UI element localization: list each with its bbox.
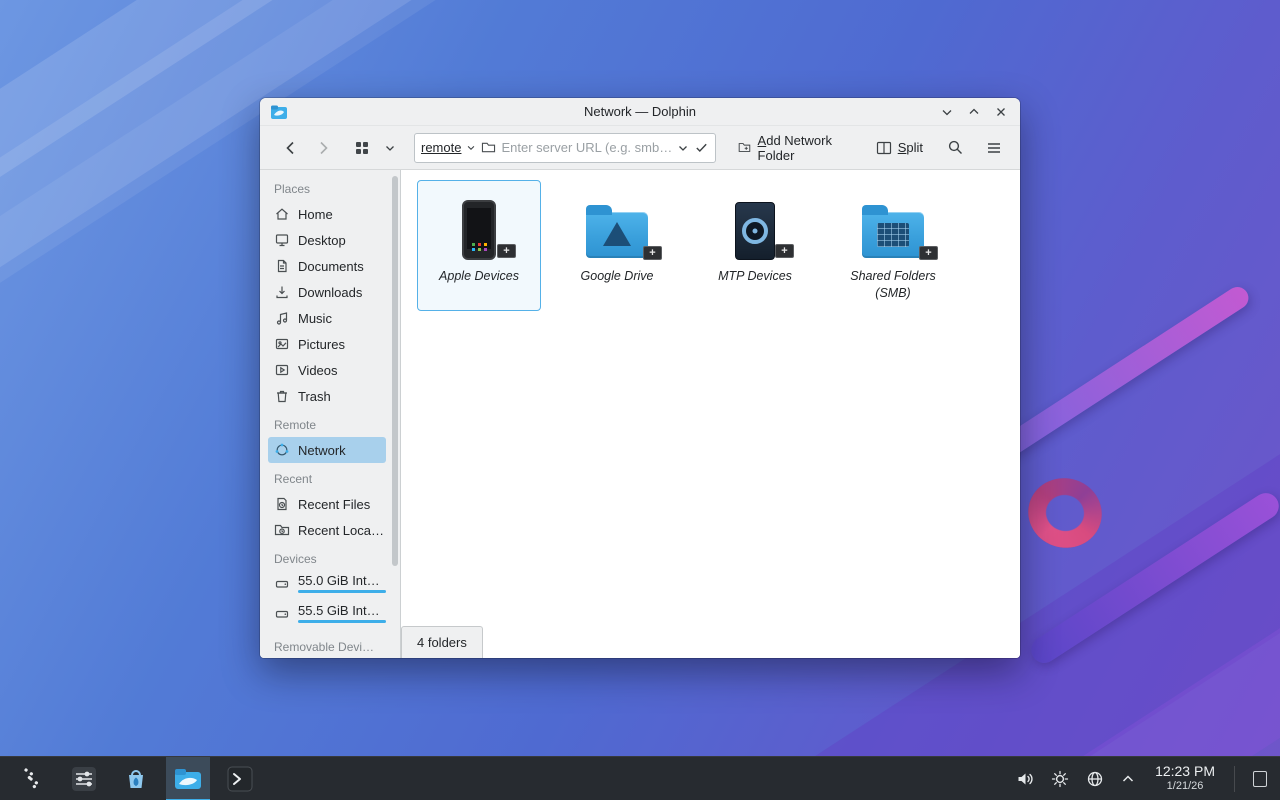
- desktop-icon: [274, 232, 290, 248]
- file-item-mtp-devices[interactable]: MTP Devices: [693, 180, 817, 311]
- main-toolbar: remote Enter server URL (e.g. smb… Add N…: [260, 126, 1020, 170]
- recent-locations-icon: [274, 522, 290, 538]
- pictures-icon: [274, 336, 290, 352]
- clock-time: 12:23 PM: [1155, 763, 1215, 781]
- kickoff-icon: [17, 764, 47, 794]
- documents-icon: [274, 258, 290, 274]
- dolphin-task-icon: [173, 764, 203, 794]
- app-launcher-button[interactable]: [10, 757, 54, 800]
- google-drive-icon: [586, 212, 648, 258]
- minimize-button[interactable]: [938, 103, 956, 121]
- videos-icon: [274, 362, 290, 378]
- go-checkmark-icon[interactable]: [694, 140, 709, 155]
- search-icon: [947, 139, 964, 156]
- sidebar-item-downloads[interactable]: Downloads: [268, 279, 386, 305]
- home-icon: [274, 206, 290, 222]
- file-item-google-drive[interactable]: Google Drive: [555, 180, 679, 311]
- split-button[interactable]: Split: [868, 133, 931, 163]
- hamburger-menu-button[interactable]: [982, 133, 1006, 163]
- taskbar-panel: 12:23 PM 1/21/26: [0, 756, 1280, 800]
- view-mode-dropdown-chevron[interactable]: [380, 133, 400, 163]
- sidebar-item-recent-files[interactable]: Recent Files: [268, 491, 386, 517]
- file-item-shared-folders-smb[interactable]: Shared Folders (SMB): [831, 180, 955, 311]
- window-title: Network — Dolphin: [260, 104, 1020, 119]
- trash-icon: [274, 388, 290, 404]
- sidebar-item-desktop[interactable]: Desktop: [268, 227, 386, 253]
- section-label-places: Places: [274, 182, 390, 196]
- capacity-bar: [298, 590, 386, 593]
- url-protocol-button[interactable]: remote: [421, 140, 461, 155]
- network-icon: [274, 442, 290, 458]
- music-icon: [274, 310, 290, 326]
- sidebar-item-trash[interactable]: Trash: [268, 383, 386, 409]
- apple-devices-icon: [462, 200, 496, 260]
- folder-icon: [481, 141, 496, 154]
- sidebar-item-music[interactable]: Music: [268, 305, 386, 331]
- expand-tray-chevron[interactable]: [1120, 771, 1136, 787]
- search-button[interactable]: [943, 133, 968, 163]
- maximize-button[interactable]: [965, 103, 983, 121]
- brightness-icon[interactable]: [1050, 769, 1070, 789]
- url-dropdown-chevron[interactable]: [677, 142, 689, 154]
- forward-button[interactable]: [310, 133, 336, 163]
- sidebar-item-disk-55-5[interactable]: 55.5 GiB Int…: [268, 601, 386, 631]
- section-label-devices: Devices: [274, 552, 390, 566]
- system-settings-icon: [70, 765, 98, 793]
- server-url-input[interactable]: Enter server URL (e.g. smb…: [501, 140, 672, 155]
- volume-icon[interactable]: [1015, 769, 1035, 789]
- status-bar: 4 folders: [401, 626, 483, 658]
- location-bar[interactable]: remote Enter server URL (e.g. smb…: [414, 133, 716, 163]
- emblem-icon: [643, 246, 662, 260]
- panel-divider: [1234, 766, 1235, 792]
- discover-task[interactable]: [114, 757, 158, 800]
- konsole-task[interactable]: [218, 757, 262, 800]
- mtp-devices-icon: [735, 202, 775, 260]
- folder-add-icon: [738, 140, 751, 155]
- harddisk-icon: [274, 606, 290, 622]
- places-panel: Places Home Desktop Documents Downloads …: [260, 170, 390, 658]
- emblem-icon: [497, 244, 516, 258]
- konsole-icon: [226, 765, 254, 793]
- section-label-recent: Recent: [274, 472, 390, 486]
- add-network-folder-button[interactable]: Add Network Folder: [730, 133, 856, 163]
- discover-icon: [122, 765, 150, 793]
- sidebar-item-pictures[interactable]: Pictures: [268, 331, 386, 357]
- scrollbar-thumb[interactable]: [392, 176, 398, 566]
- window-titlebar[interactable]: Network — Dolphin: [260, 98, 1020, 126]
- harddisk-icon: [274, 576, 290, 592]
- dolphin-window: Network — Dolphin remote: [260, 98, 1020, 658]
- close-button[interactable]: [992, 103, 1010, 121]
- file-item-apple-devices[interactable]: Apple Devices: [417, 180, 541, 311]
- split-view-icon: [876, 141, 892, 155]
- section-label-removable-devices: Removable Devi…: [274, 640, 390, 654]
- smb-folder-icon: [862, 212, 924, 258]
- back-button[interactable]: [278, 133, 304, 163]
- system-settings-task[interactable]: [62, 757, 106, 800]
- network-tray-icon[interactable]: [1085, 769, 1105, 789]
- emblem-icon: [919, 246, 938, 260]
- show-desktop-button[interactable]: [1250, 765, 1270, 793]
- hamburger-icon: [986, 141, 1002, 155]
- recent-files-icon: [274, 496, 290, 512]
- section-label-remote: Remote: [274, 418, 390, 432]
- sidebar-item-documents[interactable]: Documents: [268, 253, 386, 279]
- capacity-bar: [298, 620, 386, 623]
- sidebar-item-recent-locations[interactable]: Recent Loca…: [268, 517, 386, 543]
- view-mode-button[interactable]: [350, 133, 374, 163]
- wallpaper-ring: [1021, 470, 1110, 555]
- sidebar-item-network[interactable]: Network: [268, 437, 386, 463]
- downloads-icon: [274, 284, 290, 300]
- sidebar-item-disk-55-0[interactable]: 55.0 GiB Int…: [268, 571, 386, 601]
- places-scrollbar[interactable]: [390, 170, 400, 658]
- emblem-icon: [775, 244, 794, 258]
- folder-view[interactable]: Apple Devices Google Drive: [400, 170, 1020, 658]
- wallpaper-tube: [997, 283, 1252, 459]
- clock-widget[interactable]: 12:23 PM 1/21/26: [1155, 763, 1215, 794]
- clock-date: 1/21/26: [1155, 780, 1215, 794]
- sidebar-item-home[interactable]: Home: [268, 201, 386, 227]
- sidebar-item-videos[interactable]: Videos: [268, 357, 386, 383]
- show-desktop-icon: [1253, 771, 1267, 787]
- protocol-dropdown-chevron[interactable]: [466, 143, 476, 153]
- dolphin-task[interactable]: [166, 757, 210, 800]
